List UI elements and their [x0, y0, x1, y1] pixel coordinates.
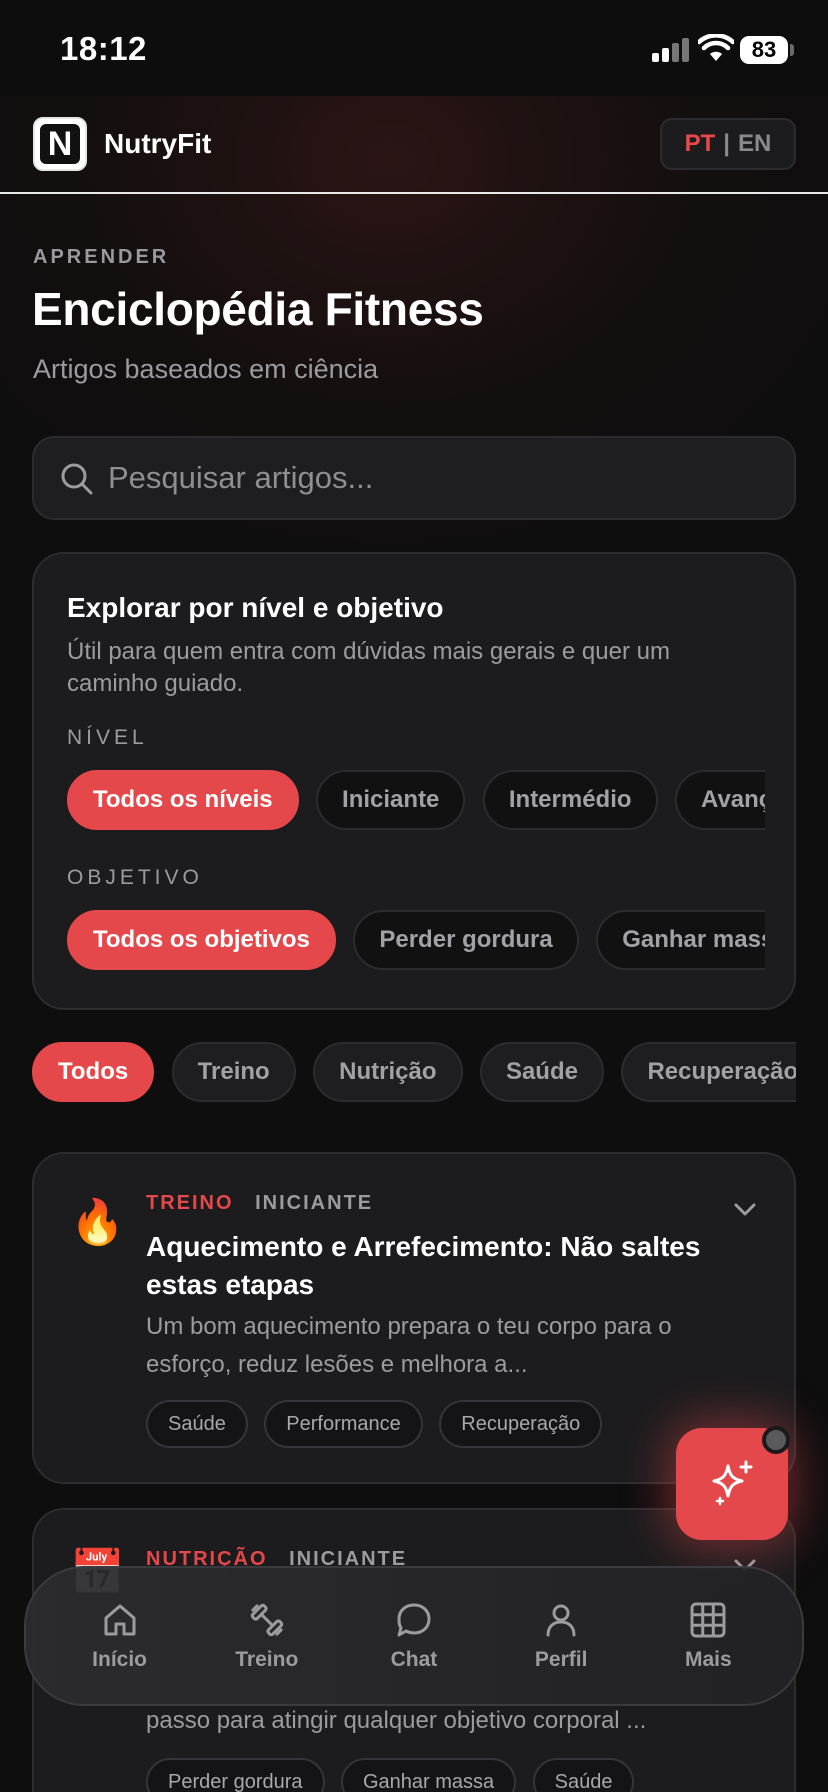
user-icon	[546, 1604, 576, 1637]
level-chip-advanced[interactable]: Avançado	[675, 770, 765, 830]
wifi-icon	[698, 34, 734, 61]
nav-item-more[interactable]: Mais	[648, 1600, 768, 1672]
category-chip-health[interactable]: Saúde	[479, 1042, 604, 1102]
status-time: 18:12	[60, 30, 147, 67]
section-eyebrow: APRENDER	[33, 246, 170, 268]
article-description: Um bom aquecimento prepara o teu corpo p…	[146, 1313, 672, 1378]
home-icon	[104, 1604, 136, 1636]
explore-title: Explorar por nível e objetivo	[67, 592, 444, 623]
goal-chip-all[interactable]: Todos os objetivos	[67, 910, 336, 970]
article-tag[interactable]: Recuperação	[439, 1400, 603, 1448]
level-chips: Todos os níveis Iniciante Intermédio Ava…	[67, 770, 765, 832]
article-tag[interactable]: Saúde	[146, 1400, 248, 1448]
search-input[interactable]	[108, 438, 768, 518]
page-subtitle: Artigos baseados em ciência	[33, 354, 379, 384]
goal-chips: Todos os objetivos Perder gordura Ganhar…	[67, 910, 765, 972]
lang-pt[interactable]: PT	[685, 130, 716, 158]
status-bar: 18:12 83	[0, 0, 828, 96]
battery-tip	[790, 44, 794, 56]
cellular-signal-icon	[652, 38, 690, 62]
article-description: passo para atingir qualquer objetivo cor…	[146, 1707, 647, 1734]
nav-label-home: Início	[92, 1648, 148, 1671]
notification-dot	[762, 1426, 790, 1454]
article-tag[interactable]: Ganhar massa	[340, 1758, 517, 1792]
category-chip-training[interactable]: Treino	[171, 1042, 296, 1102]
level-chip-intermediate[interactable]: Intermédio	[482, 770, 658, 830]
app-screen: 18:12 83 N NutryFit PT | EN APRENDER Enc…	[0, 0, 828, 1792]
nav-label-profile: Perfil	[534, 1648, 588, 1671]
app-logo[interactable]: N	[33, 117, 87, 171]
goal-chip-gain-mass[interactable]: Ganhar massa	[596, 910, 765, 970]
category-chip-all[interactable]: Todos	[32, 1042, 155, 1102]
level-chip-beginner[interactable]: Iniciante	[316, 770, 466, 830]
bottom-navigation: Início Treino Chat Perfil Mais	[24, 1566, 804, 1706]
article-tag[interactable]: Saúde	[532, 1758, 635, 1792]
nav-item-profile[interactable]: Perfil	[501, 1600, 621, 1672]
nav-label-more: Mais	[685, 1648, 732, 1671]
nav-item-chat[interactable]: Chat	[354, 1600, 474, 1672]
chevron-down-icon[interactable]	[732, 1196, 758, 1222]
nav-label-chat: Chat	[390, 1648, 438, 1671]
search-icon	[61, 463, 93, 495]
dumbbell-icon	[250, 1603, 284, 1637]
sparkles-icon	[712, 1460, 753, 1506]
chat-bubble-icon	[397, 1603, 431, 1637]
brand-name: NutryFit	[104, 128, 212, 159]
category-chip-nutrition[interactable]: Nutrição	[313, 1042, 463, 1102]
app-header: N NutryFit PT | EN	[0, 96, 828, 194]
nav-item-training[interactable]: Treino	[207, 1600, 327, 1672]
article-category: TREINO	[146, 1192, 234, 1214]
goal-chip-lose-fat[interactable]: Perder gordura	[353, 910, 579, 970]
grid-icon	[690, 1602, 726, 1638]
explore-card: Explorar por nível e objetivo Útil para …	[32, 552, 796, 1010]
explore-description: Útil para quem entra com dúvidas mais ge…	[67, 638, 670, 697]
article-meta: TREINO INICIANTE	[146, 1192, 373, 1215]
logo-letter: N	[40, 124, 80, 164]
level-chip-all[interactable]: Todos os níveis	[67, 770, 299, 830]
goal-label: OBJETIVO	[67, 866, 203, 889]
level-label: NÍVEL	[67, 726, 148, 749]
search-bar[interactable]	[32, 436, 796, 520]
nav-label-training: Treino	[235, 1648, 299, 1671]
battery-icon: 83	[740, 36, 788, 64]
category-filter-row: Todos Treino Nutrição Saúde Recuperação	[32, 1042, 796, 1104]
fire-icon: 🔥	[70, 1198, 125, 1247]
article-tag[interactable]: Perder gordura	[146, 1758, 325, 1792]
lang-separator: |	[723, 130, 731, 157]
article-title: Aquecimento e Arrefecimento: Não saltes …	[146, 1231, 701, 1300]
category-chip-recovery[interactable]: Recuperação	[621, 1042, 796, 1102]
article-tag[interactable]: Performance	[264, 1400, 423, 1448]
article-level: INICIANTE	[255, 1192, 374, 1214]
article-tags: Saúde Performance Recuperação	[146, 1400, 614, 1448]
nav-item-home[interactable]: Início	[60, 1600, 180, 1672]
language-switcher[interactable]: PT | EN	[660, 118, 796, 170]
article-card[interactable]: 🔥 TREINO INICIANTE Aquecimento e Arrefec…	[32, 1152, 796, 1484]
page-title: Enciclopédia Fitness	[32, 283, 484, 335]
lang-en[interactable]: EN	[738, 130, 771, 158]
article-tags: Perder gordura Ganhar massa Saúde	[146, 1758, 646, 1792]
